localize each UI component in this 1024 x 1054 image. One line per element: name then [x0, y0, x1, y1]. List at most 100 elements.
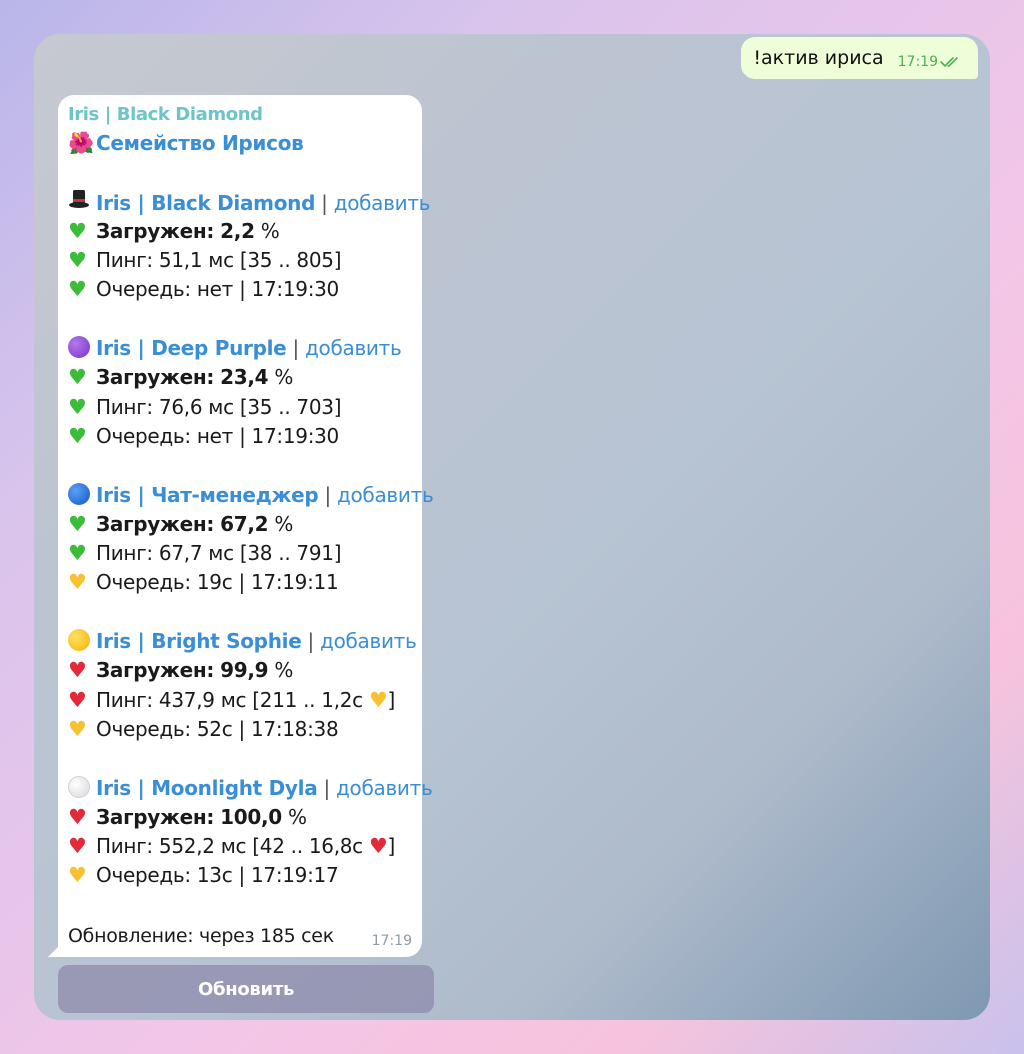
ping-text: Пинг: 51,1 мс [35 .. 805] — [96, 248, 342, 273]
message-sender[interactable]: Iris | Black Diamond — [68, 101, 422, 129]
add-bot-link[interactable]: добавить — [334, 191, 431, 215]
bot-load-line: ♥ Загружен: 23,4 % — [68, 363, 422, 392]
green-heart-icon: ♥ — [68, 277, 87, 302]
bot-queue-line: ♥ Очередь: нет | 17:19:30 — [68, 275, 422, 304]
bot-queue-line: ♥ Очередь: 52с | 17:18:38 — [68, 715, 422, 744]
bot-ping-line: ♥ Пинг: 51,1 мс [35 .. 805] — [68, 246, 422, 275]
bot-queue-line: ♥ Очередь: 19с | 17:19:11 — [68, 568, 422, 597]
ping-text: Пинг: 437,9 мс [211 .. 1,2с — [96, 687, 363, 712]
load-label: Загружен: — [96, 365, 215, 390]
broken-heart-icon: ♥ — [368, 834, 388, 859]
ping-text: Пинг: 76,6 мс [35 .. 703] — [96, 394, 342, 419]
bot-queue-line: ♥ Очередь: 13с | 17:19:17 — [68, 861, 422, 890]
bot-header: Iris | Чат-менеджер | добавить — [68, 481, 434, 510]
green-heart-icon: ♥ — [68, 218, 87, 243]
green-heart-icon: ♥ — [68, 511, 87, 536]
bot-load-line: ♥ Загружен: 2,2 % — [68, 217, 422, 246]
separator: | — [324, 482, 331, 507]
broken-heart-icon: ♥ — [68, 658, 87, 683]
incoming-message[interactable]: Iris | Black Diamond 🌺 Семейство Ирисов I… — [58, 95, 434, 957]
load-label: Загружен: — [96, 658, 215, 683]
ping-text: Пинг: 552,2 мс [42 .. 16,8с — [96, 834, 363, 859]
bot-header: Iris | Deep Purple | добавить — [68, 334, 422, 363]
green-heart-icon: ♥ — [68, 423, 87, 448]
family-title-line: 🌺 Семейство Ирисов — [68, 129, 422, 158]
bot-load-line: ♥ Загружен: 67,2 % — [68, 510, 422, 539]
green-heart-icon: ♥ — [68, 365, 87, 390]
load-unit: % — [274, 658, 294, 683]
yellow-heart-icon: ♥ — [68, 716, 87, 741]
load-unit: % — [287, 804, 307, 829]
bot-list: Iris | Black Diamond | добавить ♥ Загружен… — [68, 188, 434, 891]
refresh-button[interactable]: Обновить — [58, 965, 434, 1013]
broken-heart-icon: ♥ — [68, 804, 87, 829]
bot-block: Iris | Deep Purple | добавить ♥ Загружен: … — [68, 334, 422, 480]
blue-circle-icon — [68, 481, 96, 510]
top-hat-icon — [68, 188, 96, 218]
outgoing-message-time: 17:19 — [897, 54, 938, 70]
green-heart-icon: ♥ — [68, 248, 87, 273]
outgoing-message-meta: 17:19 — [898, 54, 962, 70]
chat-window: !актив ириса 17:19 Iris | Black Diamond … — [34, 34, 990, 1020]
bot-queue-line: ♥ Очередь: нет | 17:19:30 — [68, 422, 422, 451]
update-countdown: Обновление: через 185 сек — [68, 925, 334, 947]
separator: | — [321, 190, 328, 215]
add-bot-link[interactable]: добавить — [305, 336, 402, 360]
load-value: 100,0 — [220, 804, 282, 829]
bot-name-link[interactable]: Iris | Bright Sophie — [96, 629, 302, 653]
bot-name-link[interactable]: Iris | Moonlight Dyla — [96, 776, 318, 800]
broken-heart-icon: ♥ — [68, 687, 87, 712]
green-heart-icon: ♥ — [68, 394, 87, 419]
yellow-heart-icon: ♥ — [68, 570, 87, 595]
purple-circle-icon — [68, 334, 96, 363]
bot-header: Iris | Moonlight Dyla | добавить — [68, 774, 433, 803]
family-title-link[interactable]: Семейство Ирисов — [96, 131, 304, 155]
outgoing-message[interactable]: !актив ириса 17:19 — [741, 37, 978, 79]
load-value: 99,9 — [220, 658, 269, 683]
incoming-message-time: 17:19 — [371, 933, 412, 949]
separator: | — [323, 775, 330, 800]
outgoing-message-text: !актив ириса — [753, 47, 884, 69]
add-bot-link[interactable]: добавить — [337, 483, 434, 507]
white-circle-icon — [68, 774, 96, 803]
load-label: Загружен: — [96, 804, 215, 829]
yellow-circle-icon — [68, 627, 96, 656]
load-unit: % — [274, 365, 294, 390]
bot-ping-line: ♥ Пинг: 552,2 мс [42 .. 16,8с ♥] — [68, 832, 422, 861]
bot-name-link[interactable]: Iris | Black Diamond — [96, 191, 315, 215]
load-unit: % — [274, 511, 294, 536]
bot-header: Iris | Bright Sophie | добавить — [68, 627, 422, 656]
bot-ping-line: ♥ Пинг: 76,6 мс [35 .. 703] — [68, 393, 422, 422]
bot-name-link[interactable]: Iris | Чат-менеджер — [96, 483, 319, 507]
yellow-heart-icon: ♥ — [68, 863, 87, 888]
green-heart-icon: ♥ — [68, 541, 87, 566]
add-bot-link[interactable]: добавить — [320, 629, 417, 653]
bot-name-link[interactable]: Iris | Deep Purple — [96, 336, 287, 360]
load-label: Загружен: — [96, 511, 215, 536]
yellow-heart-icon: ♥ — [368, 687, 388, 712]
separator: | — [292, 336, 299, 361]
ping-text: Пинг: 67,7 мс [38 .. 791] — [96, 541, 342, 566]
queue-text: Очередь: нет | 17:19:30 — [96, 277, 339, 302]
separator: | — [307, 629, 315, 654]
double-check-icon — [940, 57, 958, 68]
bot-block: Iris | Bright Sophie | добавить ♥ Загружен… — [68, 627, 422, 773]
queue-text: Очередь: 13с | 17:19:17 — [96, 863, 339, 888]
broken-heart-icon: ♥ — [68, 834, 87, 859]
bot-block: Iris | Чат-менеджер | добавить ♥ Загружен:… — [68, 481, 434, 627]
load-value: 2,2 — [220, 218, 255, 243]
bot-block: Iris | Black Diamond | добавить ♥ Загружен… — [68, 188, 430, 334]
bot-load-line: ♥ Загружен: 100,0 % — [68, 803, 422, 832]
load-value: 67,2 — [220, 511, 269, 536]
queue-text: Очередь: 19с | 17:19:11 — [96, 570, 339, 595]
load-label: Загружен: — [96, 218, 215, 243]
bot-ping-line: ♥ Пинг: 437,9 мс [211 .. 1,2с ♥] — [68, 686, 422, 715]
queue-text: Очередь: нет | 17:19:30 — [96, 423, 339, 448]
bot-load-line: ♥ Загружен: 99,9 % — [68, 656, 422, 685]
add-bot-link[interactable]: добавить — [336, 776, 433, 800]
